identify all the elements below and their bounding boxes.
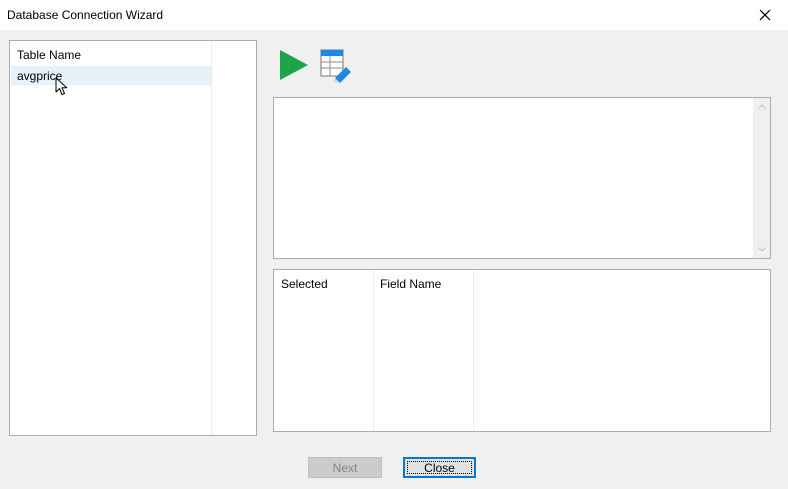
focus-rectangle <box>407 461 472 474</box>
sql-query-textarea[interactable] <box>273 97 771 259</box>
next-button[interactable]: Next <box>308 457 382 478</box>
window-title: Database Connection Wizard <box>7 8 164 22</box>
title-bar: Database Connection Wizard <box>0 0 788 30</box>
edit-table-button[interactable] <box>318 47 354 83</box>
table-row[interactable]: avgprice <box>11 66 211 85</box>
column-divider <box>473 270 474 431</box>
play-icon <box>280 50 308 80</box>
chevron-up-icon <box>758 104 766 109</box>
close-icon <box>759 9 771 21</box>
field-name-column-header[interactable]: Field Name <box>380 277 441 291</box>
sql-vertical-scrollbar[interactable] <box>753 98 770 258</box>
run-query-button[interactable] <box>276 47 312 83</box>
column-divider <box>373 270 374 431</box>
chevron-down-icon <box>758 247 766 252</box>
mouse-pointer-icon <box>55 77 68 95</box>
table-name-column-header[interactable]: Table Name <box>17 48 81 62</box>
scroll-down-button[interactable] <box>754 241 770 258</box>
table-edit-icon <box>320 49 351 83</box>
field-list[interactable]: Selected Field Name <box>273 269 771 432</box>
window-close-button[interactable] <box>742 0 788 30</box>
column-divider <box>211 41 212 435</box>
scroll-up-button[interactable] <box>754 98 770 115</box>
close-button[interactable]: Close <box>403 457 476 478</box>
selected-column-header[interactable]: Selected <box>281 277 328 291</box>
table-list[interactable]: Table Name avgprice <box>9 40 257 436</box>
